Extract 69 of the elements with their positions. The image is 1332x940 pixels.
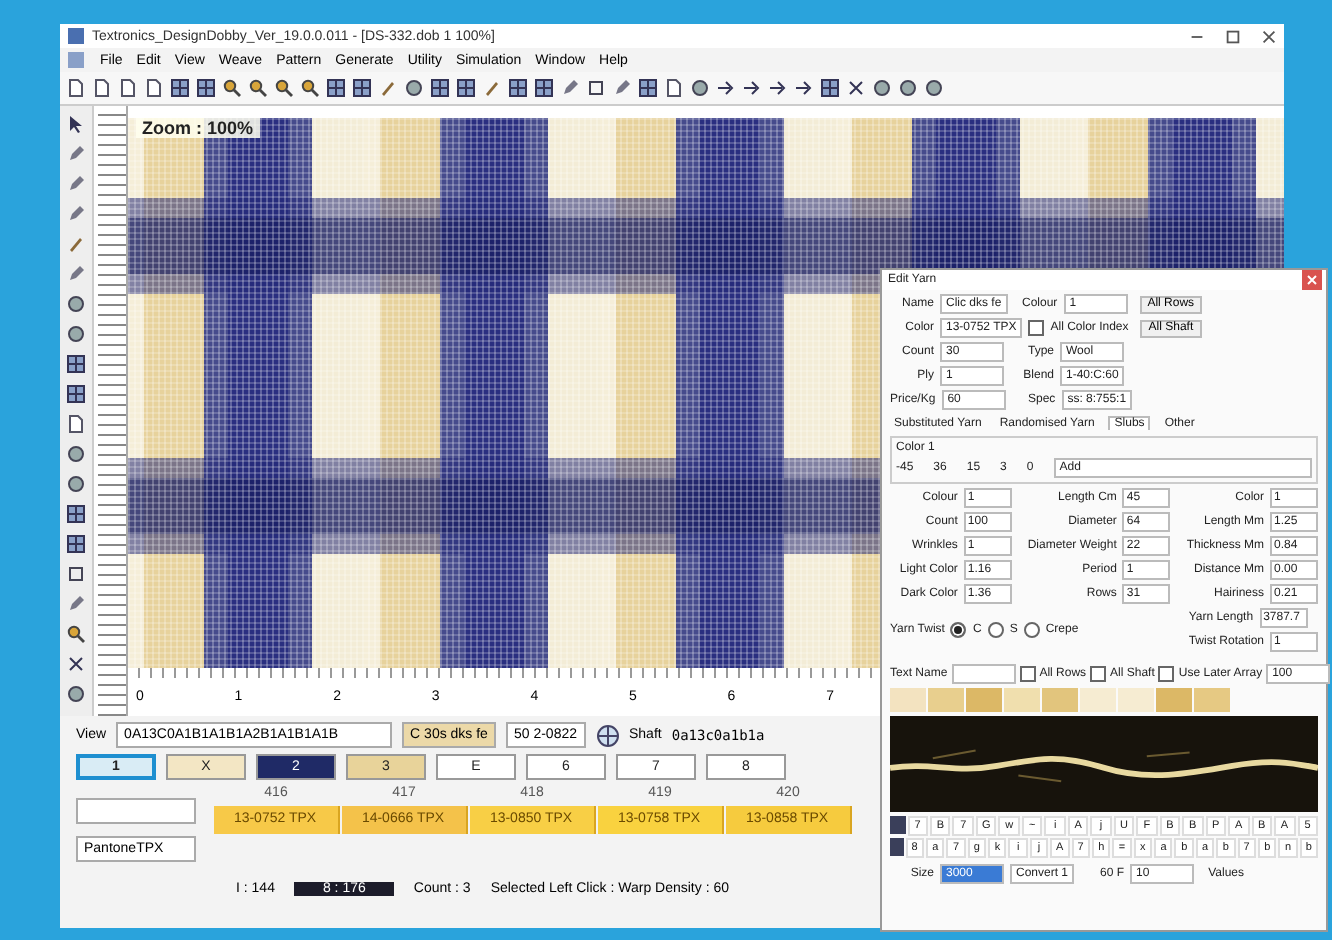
checkbox[interactable] (1028, 320, 1045, 336)
grid-icon[interactable] (820, 78, 840, 98)
radio-button[interactable] (987, 622, 1004, 638)
maximize-icon[interactable] (1224, 27, 1242, 45)
grid-icon[interactable] (430, 78, 450, 98)
color-swatch[interactable] (890, 688, 926, 712)
radio-button[interactable] (1023, 622, 1040, 638)
page-icon[interactable] (664, 78, 684, 98)
grid-icon[interactable] (508, 78, 528, 98)
color-swatch[interactable] (1004, 688, 1040, 712)
text-field[interactable] (951, 664, 1016, 684)
pencil-icon[interactable] (66, 594, 86, 614)
checkbox[interactable] (1019, 666, 1036, 682)
document-icon (66, 50, 86, 70)
color-swatch[interactable] (1118, 688, 1154, 712)
magnifier-icon[interactable] (222, 78, 242, 98)
magnifier-icon[interactable] (300, 78, 320, 98)
grid-icon[interactable] (66, 354, 86, 374)
arrow-icon[interactable] (768, 78, 788, 98)
magnifier-icon[interactable] (248, 78, 268, 98)
circle-icon[interactable] (404, 78, 424, 98)
close-icon[interactable] (1298, 270, 1326, 290)
arrow-icon[interactable] (742, 78, 762, 98)
grid-icon[interactable] (66, 384, 86, 404)
color-swatch[interactable] (1194, 688, 1230, 712)
search-field[interactable] (76, 798, 196, 824)
square-icon[interactable] (586, 78, 606, 98)
magnifier-icon[interactable] (274, 78, 294, 98)
grid-icon[interactable] (456, 78, 476, 98)
grid-icon[interactable] (352, 78, 372, 98)
close-icon[interactable] (1260, 27, 1278, 45)
grid-icon[interactable] (196, 78, 216, 98)
circle-icon[interactable] (898, 78, 918, 98)
circle-icon[interactable] (66, 684, 86, 704)
color-swatch[interactable] (1080, 688, 1116, 712)
circle-icon[interactable] (66, 444, 86, 464)
grid-icon[interactable] (170, 78, 190, 98)
circle-icon[interactable] (872, 78, 892, 98)
grid-icon[interactable] (326, 78, 346, 98)
globe-icon[interactable] (595, 723, 619, 747)
circle-icon[interactable] (66, 294, 86, 314)
grid-icon[interactable] (66, 534, 86, 554)
color-swatch[interactable] (1042, 688, 1078, 712)
color-swatch[interactable] (928, 688, 964, 712)
circle-icon[interactable] (924, 78, 944, 98)
circle-icon[interactable] (66, 474, 86, 494)
color-swatch[interactable] (890, 816, 906, 834)
circle-icon[interactable] (690, 78, 710, 98)
circle-icon[interactable] (66, 324, 86, 344)
arrow-icon[interactable] (794, 78, 814, 98)
magnifier-icon[interactable] (66, 624, 86, 644)
color-swatch[interactable] (1156, 688, 1192, 712)
square-icon[interactable] (66, 564, 86, 584)
color-swatch[interactable] (890, 838, 904, 856)
grid-icon[interactable] (534, 78, 554, 98)
arrow-icon[interactable] (716, 78, 736, 98)
cursor-icon[interactable] (66, 114, 86, 134)
zoom-label: Zoom : 100% (136, 118, 260, 138)
checkbox[interactable] (1090, 666, 1107, 682)
radio-button[interactable] (950, 622, 967, 638)
page-icon[interactable] (66, 414, 86, 434)
checkbox[interactable] (1158, 666, 1175, 682)
grid-icon[interactable] (638, 78, 658, 98)
pencil-icon[interactable] (66, 264, 86, 284)
color-swatch[interactable] (966, 688, 1002, 712)
app-icon (66, 26, 86, 46)
pencil-icon[interactable] (560, 78, 580, 98)
grid-icon[interactable] (66, 504, 86, 524)
pencil-icon[interactable] (612, 78, 632, 98)
